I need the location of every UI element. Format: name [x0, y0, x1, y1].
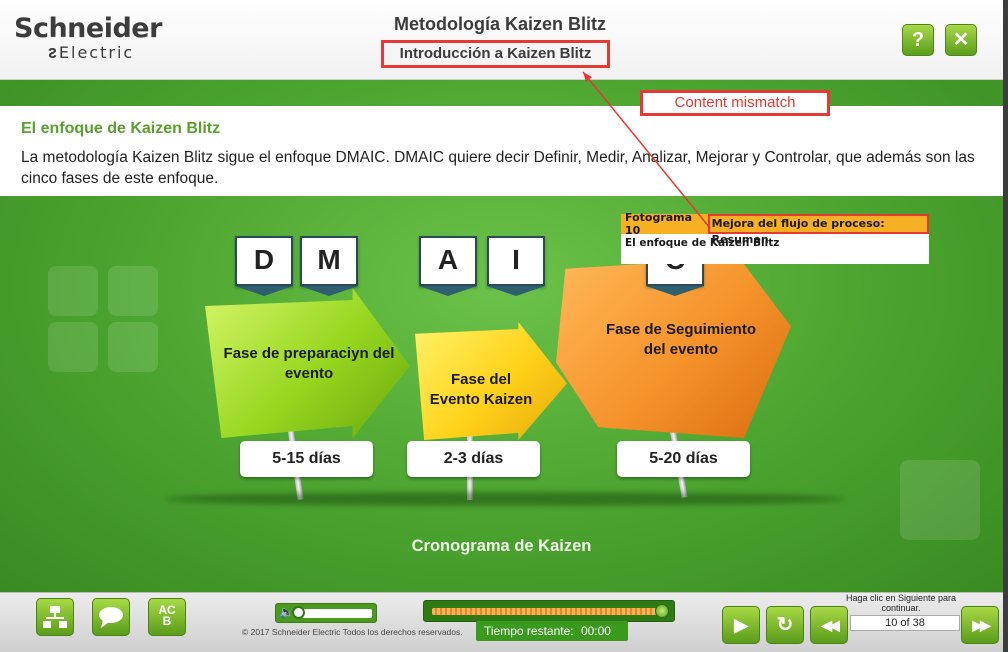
frame-title: Mejora del flujo de proceso: Resumen: [707, 214, 929, 246]
next-hint: Haga clic en Siguiente para continuar.: [845, 593, 957, 613]
previous-button[interactable]: ◀◀: [810, 606, 848, 644]
speech-bubble-icon: [99, 607, 123, 628]
dmaic-letter-m: M: [300, 236, 358, 286]
page-indicator: 10 of 38: [850, 615, 960, 631]
rewind-icon: ◀◀: [821, 617, 839, 633]
phase-sign-preparation: Fase de preparaciyn del evento: [205, 288, 410, 438]
menu-button[interactable]: [36, 598, 74, 636]
intro-heading: El enfoque de Kaizen Blitz: [21, 120, 221, 137]
glossary-label: B: [162, 614, 172, 628]
phase-sign-event: Fase del Evento Kaizen: [415, 322, 567, 440]
sitemap-icon: [43, 606, 67, 628]
volume-slider[interactable]: 🔈: [275, 603, 377, 623]
content-mismatch-annotation: Content mismatch: [640, 90, 830, 116]
transcript-button[interactable]: [92, 598, 130, 636]
time-remaining: Tiempo restante: 00:00: [476, 621, 628, 641]
electric-logo-mark-icon: ᴤ: [48, 42, 57, 63]
duration-label: 5-20 días: [617, 441, 750, 477]
progress-track[interactable]: [432, 608, 664, 615]
phase-label: Fase de preparaciyn del evento: [223, 345, 395, 382]
play-button[interactable]: ▶: [722, 606, 760, 644]
decorative-square: [48, 322, 98, 372]
dmaic-letter-i: I: [487, 236, 545, 286]
decorative-square: [48, 266, 98, 316]
player-controls: AC B 🔈 © 2017 Schneider Electric Todos l…: [0, 592, 1003, 652]
decorative-square: [108, 322, 158, 372]
replay-button[interactable]: ↻: [766, 606, 804, 644]
window-edge: [1003, 0, 1008, 652]
dmaic-letter-a: A: [419, 236, 477, 286]
fast-forward-icon: ▶▶: [972, 617, 990, 633]
ground-shadow: [165, 492, 845, 506]
course-title: Metodología Kaizen Blitz: [393, 14, 606, 34]
progress-bar[interactable]: [423, 600, 675, 622]
frame-subtitle: El enfoque de Kaizen Blitz: [625, 237, 780, 249]
schneider-electric-logo: Schneider ᴤ Electric: [14, 13, 162, 64]
volume-knob[interactable]: [292, 606, 305, 619]
volume-track[interactable]: [296, 609, 372, 618]
duration-label: 5-15 días: [240, 441, 373, 477]
frame-number: Fotograma 10: [625, 211, 693, 237]
duration-label: 2-3 días: [407, 441, 540, 477]
help-button[interactable]: ?: [902, 24, 934, 56]
intro-body: La metodología Kaizen Blitz sigue el enf…: [21, 149, 975, 187]
phase-label: Fase del Evento Kaizen: [429, 371, 533, 408]
dmaic-letter-d: D: [235, 236, 293, 286]
intro-panel: El enfoque de Kaizen Blitz La metodologí…: [0, 106, 1003, 196]
play-icon: ▶: [734, 615, 748, 635]
glossary-button[interactable]: AC B: [148, 598, 186, 636]
copyright-text: © 2017 Schneider Electric Todos los dere…: [242, 627, 463, 637]
diagram-caption: Cronograma de Kaizen: [411, 537, 592, 555]
slide-title: Introducción a Kaizen Blitz: [381, 40, 610, 68]
frame-info-panel: Fotograma 10 Mejora del flujo de proceso…: [621, 211, 929, 264]
phase-label: Fase de Seguimiento del evento: [605, 321, 757, 358]
close-button[interactable]: ✕: [945, 24, 977, 56]
decorative-square: [900, 460, 980, 540]
replay-icon: ↻: [776, 614, 794, 636]
decorative-square: [108, 266, 158, 316]
header-bar: Schneider ᴤ Electric Metodología Kaizen …: [0, 0, 1008, 80]
next-button[interactable]: ▶▶: [961, 606, 999, 644]
progress-knob[interactable]: [655, 604, 669, 618]
